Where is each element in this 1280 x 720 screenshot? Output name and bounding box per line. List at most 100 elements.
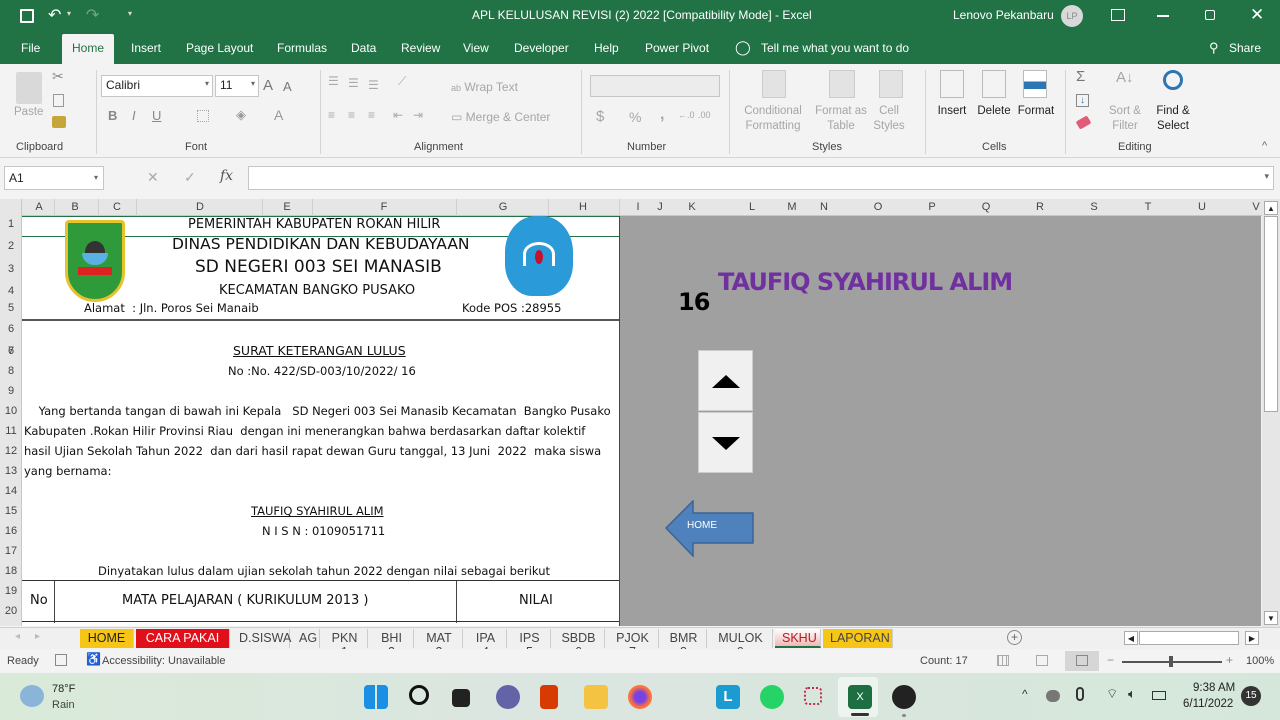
excel-icon[interactable]: X — [848, 685, 872, 709]
home-arrow-button[interactable]: HOME — [664, 499, 755, 558]
user-avatar[interactable]: LP — [1061, 5, 1083, 27]
align-center-icon[interactable]: ≡ — [348, 108, 355, 122]
cancel-icon[interactable]: ✕ — [147, 169, 159, 186]
increase-decimal-icon[interactable]: ←.0 — [678, 110, 695, 120]
row-header[interactable]: 10 — [0, 405, 22, 417]
sheet-tab[interactable]: HOME — [80, 629, 134, 648]
sheet-tab[interactable]: CARA PAKAI — [136, 629, 230, 648]
sheet-tab[interactable]: IPA 4 — [465, 629, 507, 659]
col-header[interactable]: U — [1193, 201, 1211, 213]
customize-qat-icon[interactable]: ▾ — [128, 9, 132, 18]
col-header[interactable]: C — [108, 201, 126, 213]
prev-sheet-icon[interactable]: ◂ — [15, 631, 20, 642]
scroll-up-arrow[interactable]: ▲ — [1264, 201, 1278, 215]
sheet-tab[interactable]: BMR 8 — [661, 629, 707, 659]
tab-view[interactable]: View — [463, 41, 489, 55]
col-header[interactable]: D — [191, 201, 209, 213]
hscroll-right-arrow[interactable]: ▶ — [1245, 631, 1259, 645]
row-header[interactable]: 19 — [0, 585, 22, 597]
orientation-icon[interactable]: ⟋ — [398, 74, 406, 89]
sheet-tab[interactable]: IPS 5 — [509, 629, 551, 659]
volume-icon[interactable]: 🔈︎ — [1128, 686, 1136, 702]
sheet-tab[interactable]: SBDB 6 — [553, 629, 605, 659]
vertical-scrollbar[interactable]: ▲ ▼ — [1262, 199, 1280, 627]
task-view-icon[interactable] — [452, 689, 470, 707]
hscroll-left-arrow[interactable]: ◀ — [1124, 631, 1138, 645]
row-header[interactable]: 13 — [0, 465, 22, 477]
row-header[interactable]: 9 — [0, 385, 22, 397]
tab-home[interactable]: Home — [62, 34, 115, 64]
close-button[interactable]: ✕ — [1250, 5, 1264, 25]
grow-font-icon[interactable]: A — [263, 77, 273, 94]
weather-temp[interactable]: 78°F — [52, 683, 75, 695]
fill-icon[interactable]: ↓ — [1076, 94, 1089, 107]
decrease-indent-icon[interactable]: ⇤ — [393, 108, 403, 122]
sheet-tab[interactable]: SKHU — [775, 629, 821, 648]
autosum-icon[interactable]: Σ — [1076, 68, 1085, 85]
col-header[interactable]: K — [683, 201, 701, 213]
row-header[interactable]: 1 — [0, 218, 22, 230]
sort-filter-button[interactable]: Sort & Filter — [1106, 104, 1144, 134]
col-header[interactable]: J — [651, 201, 669, 213]
col-header[interactable]: N — [815, 201, 833, 213]
sheet-tab[interactable]: D.SISWA — [232, 629, 291, 648]
scroll-down-arrow[interactable]: ▼ — [1264, 611, 1278, 625]
font-color-icon[interactable]: A — [274, 107, 283, 123]
format-as-table-button[interactable]: Format as Table — [810, 104, 872, 134]
tab-file[interactable]: File — [21, 41, 40, 55]
ribbon-display-options-icon[interactable] — [1111, 9, 1125, 21]
snipping-tool-icon[interactable] — [804, 687, 822, 705]
zoom-slider-thumb[interactable] — [1169, 656, 1173, 667]
tell-me-search[interactable]: Tell me what you want to do — [761, 41, 909, 55]
horizontal-scroll-thumb[interactable] — [1139, 631, 1239, 645]
sheet-tab[interactable]: AG — [292, 629, 320, 648]
align-bottom-icon[interactable]: ☰ — [368, 78, 379, 92]
select-all-corner[interactable] — [0, 199, 22, 216]
align-top-icon[interactable]: ☰ — [328, 74, 339, 88]
clock-date[interactable]: 6/11/2022 — [1183, 698, 1233, 710]
col-header[interactable]: F — [375, 201, 393, 213]
row-header[interactable]: 20 — [0, 605, 22, 617]
col-header[interactable]: I — [629, 201, 647, 213]
sheet-tab[interactable]: PKN 1 — [322, 629, 368, 659]
clock-time[interactable]: 9:38 AM — [1193, 682, 1235, 694]
formula-input[interactable]: ▾ — [248, 166, 1274, 190]
delete-cells-button[interactable]: Delete — [974, 104, 1014, 119]
sheet-tab[interactable]: LAPORAN — [823, 629, 893, 648]
wifi-icon[interactable]: ⌔ — [1106, 686, 1118, 702]
col-header[interactable]: R — [1031, 201, 1049, 213]
merge-center-button[interactable]: ▭ Merge & Center — [451, 110, 550, 124]
cut-icon[interactable]: ✂ — [52, 68, 64, 85]
font-size-select[interactable]: 11 ▾ — [215, 75, 259, 97]
search-taskbar-icon[interactable] — [409, 685, 429, 705]
tab-developer[interactable]: Developer — [514, 41, 569, 55]
sheet-tab[interactable]: MULOK 9 — [709, 629, 773, 659]
col-header[interactable]: O — [869, 201, 887, 213]
find-select-button[interactable]: Find & Select — [1148, 104, 1198, 134]
paste-icon[interactable] — [16, 72, 42, 104]
number-format-select[interactable] — [590, 75, 720, 97]
collapse-ribbon-icon[interactable]: ^ — [1262, 140, 1267, 152]
underline-button[interactable]: U — [152, 108, 161, 123]
col-header[interactable]: S — [1085, 201, 1103, 213]
row-header[interactable]: 7 — [0, 345, 22, 357]
row-header[interactable]: 15 — [0, 505, 22, 517]
col-header[interactable]: B — [66, 201, 84, 213]
col-header[interactable]: P — [923, 201, 941, 213]
col-header[interactable]: L — [743, 201, 761, 213]
align-right-icon[interactable]: ≡ — [368, 108, 375, 122]
zoom-level[interactable]: 100% — [1246, 655, 1274, 667]
col-header[interactable]: A — [30, 201, 48, 213]
font-name-select[interactable]: Calibri ▾ — [101, 75, 213, 97]
teams-chat-icon[interactable] — [496, 685, 520, 709]
row-header[interactable]: 2 — [0, 240, 22, 252]
minimize-button[interactable] — [1157, 15, 1169, 17]
row-header[interactable]: 17 — [0, 545, 22, 557]
new-sheet-button[interactable]: + — [1007, 630, 1022, 645]
office-icon[interactable] — [540, 685, 558, 709]
obs-icon[interactable] — [892, 685, 916, 709]
name-box[interactable]: A1 ▾ — [4, 166, 104, 190]
comma-button[interactable]: , — [660, 106, 664, 124]
accessibility-status[interactable]: Accessibility: Unavailable — [102, 655, 226, 667]
microphone-icon[interactable] — [1076, 687, 1084, 701]
